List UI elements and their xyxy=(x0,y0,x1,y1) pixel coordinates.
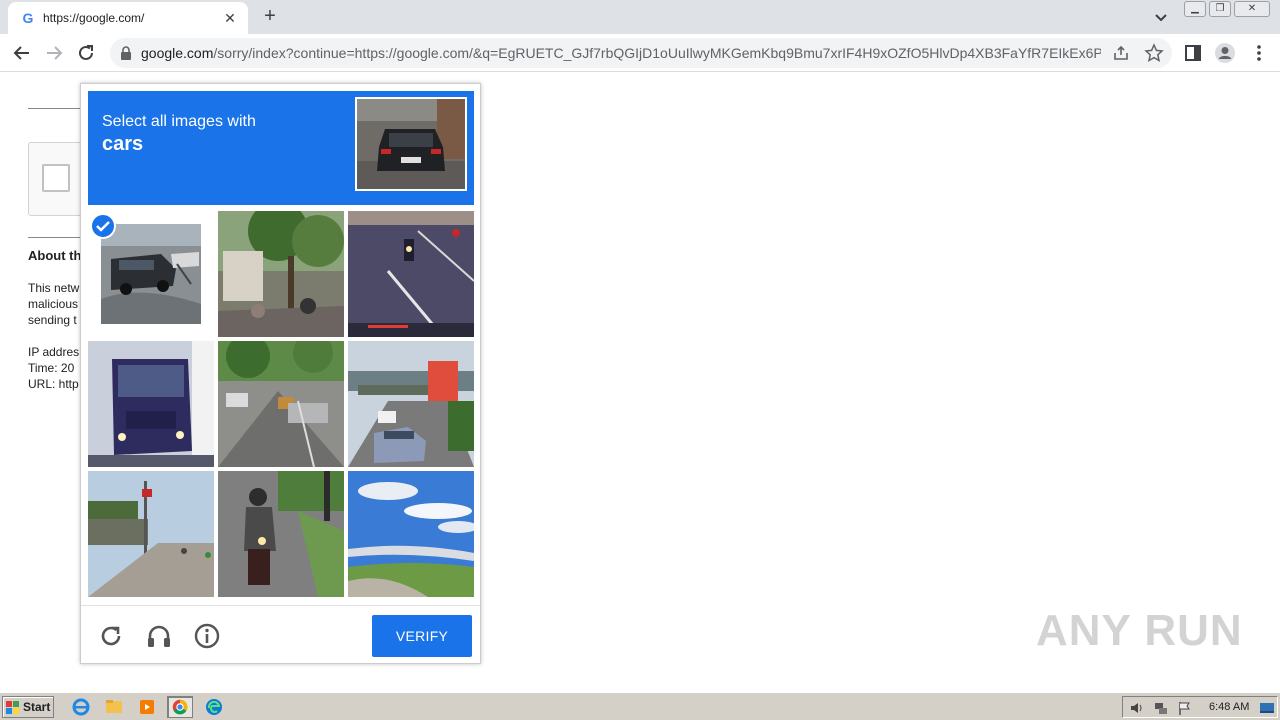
info-icon[interactable] xyxy=(193,622,221,650)
recaptcha-checkbox-widget[interactable] xyxy=(28,142,88,216)
reload-icon[interactable] xyxy=(74,41,98,65)
tab-strip: G https://google.com/ ✕ + ▁ ❐ ✕ xyxy=(0,0,1280,34)
captcha-tile-9[interactable] xyxy=(348,471,474,597)
about-heading: About th xyxy=(28,248,82,263)
tile-image xyxy=(348,211,474,337)
ip-address-line: IP addres xyxy=(28,345,80,359)
forward-icon[interactable] xyxy=(42,41,66,65)
side-panel-icon[interactable] xyxy=(1182,42,1204,64)
captcha-tile-2[interactable] xyxy=(218,211,344,337)
tile-image xyxy=(348,341,474,467)
recaptcha-checkbox[interactable] xyxy=(42,164,70,192)
explanation-line: sending t xyxy=(28,313,77,327)
tile-image xyxy=(88,471,214,597)
url-text[interactable]: google.com/sorry/index?continue=https://… xyxy=(141,45,1101,61)
reload-challenge-icon[interactable] xyxy=(97,622,125,650)
explanation-line: This netw xyxy=(28,281,80,295)
restore-button[interactable]: ❐ xyxy=(1209,1,1231,17)
system-tray: 6:48 AM xyxy=(1122,696,1278,718)
share-icon[interactable] xyxy=(1112,44,1130,62)
tile-image xyxy=(218,211,344,337)
show-desktop-icon[interactable] xyxy=(1259,700,1275,716)
action-center-flag-icon[interactable] xyxy=(1177,700,1193,716)
volume-icon[interactable] xyxy=(1129,700,1145,716)
tile-image xyxy=(88,341,214,467)
instruction-text: Select all images with xyxy=(102,113,256,130)
new-tab-button[interactable]: + xyxy=(258,5,282,29)
tile-image xyxy=(218,341,344,467)
windows-taskbar: Start 6:48 AM xyxy=(0,692,1280,720)
audio-challenge-icon[interactable] xyxy=(145,622,173,650)
captcha-tile-8[interactable] xyxy=(218,471,344,597)
captcha-image-grid xyxy=(88,211,474,597)
tile-image xyxy=(101,224,201,324)
edge-icon[interactable] xyxy=(201,696,227,718)
tile-image xyxy=(218,471,344,597)
time-line: Time: 20 xyxy=(28,361,75,375)
internet-explorer-icon[interactable] xyxy=(68,696,94,718)
media-player-icon[interactable] xyxy=(134,696,160,718)
explanation-line: malicious xyxy=(28,297,79,311)
captcha-tile-4[interactable] xyxy=(88,341,214,467)
clock: 6:48 AM xyxy=(1209,701,1250,713)
lock-icon[interactable] xyxy=(120,46,132,60)
captcha-instructions: Select all images with cars xyxy=(88,91,474,205)
captcha-challenge-dialog: Select all images with cars VERIFY xyxy=(80,83,481,664)
url-line: URL: http xyxy=(28,377,79,391)
divider xyxy=(28,237,88,238)
captcha-tile-3[interactable] xyxy=(348,211,474,337)
menu-icon[interactable] xyxy=(1248,42,1270,64)
captcha-tile-5[interactable] xyxy=(218,341,344,467)
close-window-button[interactable]: ✕ xyxy=(1234,1,1270,17)
sample-car-image xyxy=(355,97,467,191)
anyrun-watermark: ANY RUN xyxy=(1036,606,1243,655)
start-button[interactable]: Start xyxy=(2,696,54,718)
captcha-tile-7[interactable] xyxy=(88,471,214,597)
minimize-button[interactable]: ▁ xyxy=(1184,1,1206,17)
divider xyxy=(28,108,88,109)
profile-icon[interactable] xyxy=(1214,42,1236,64)
selected-check-icon xyxy=(90,213,116,239)
tab-close-icon[interactable]: ✕ xyxy=(220,8,240,28)
file-explorer-icon[interactable] xyxy=(101,696,127,718)
tab-title: https://google.com/ xyxy=(43,11,145,25)
target-object-text: cars xyxy=(102,133,144,155)
star-icon[interactable] xyxy=(1144,43,1164,63)
browser-tab[interactable]: G https://google.com/ ✕ xyxy=(8,2,248,34)
captcha-footer: VERIFY xyxy=(81,605,480,663)
captcha-tile-1[interactable] xyxy=(88,211,214,337)
google-favicon-icon: G xyxy=(22,10,34,26)
chrome-taskbar-icon[interactable] xyxy=(167,696,193,718)
back-icon[interactable] xyxy=(10,41,34,65)
verify-button[interactable]: VERIFY xyxy=(372,615,472,657)
tile-image xyxy=(348,471,474,597)
tab-search-icon[interactable] xyxy=(1150,6,1172,28)
network-icon[interactable] xyxy=(1153,700,1169,716)
start-label: Start xyxy=(23,700,51,714)
windows-logo-icon xyxy=(6,701,19,714)
address-bar[interactable]: google.com/sorry/index?continue=https://… xyxy=(110,38,1172,68)
browser-toolbar: google.com/sorry/index?continue=https://… xyxy=(0,34,1280,72)
captcha-tile-6[interactable] xyxy=(348,341,474,467)
